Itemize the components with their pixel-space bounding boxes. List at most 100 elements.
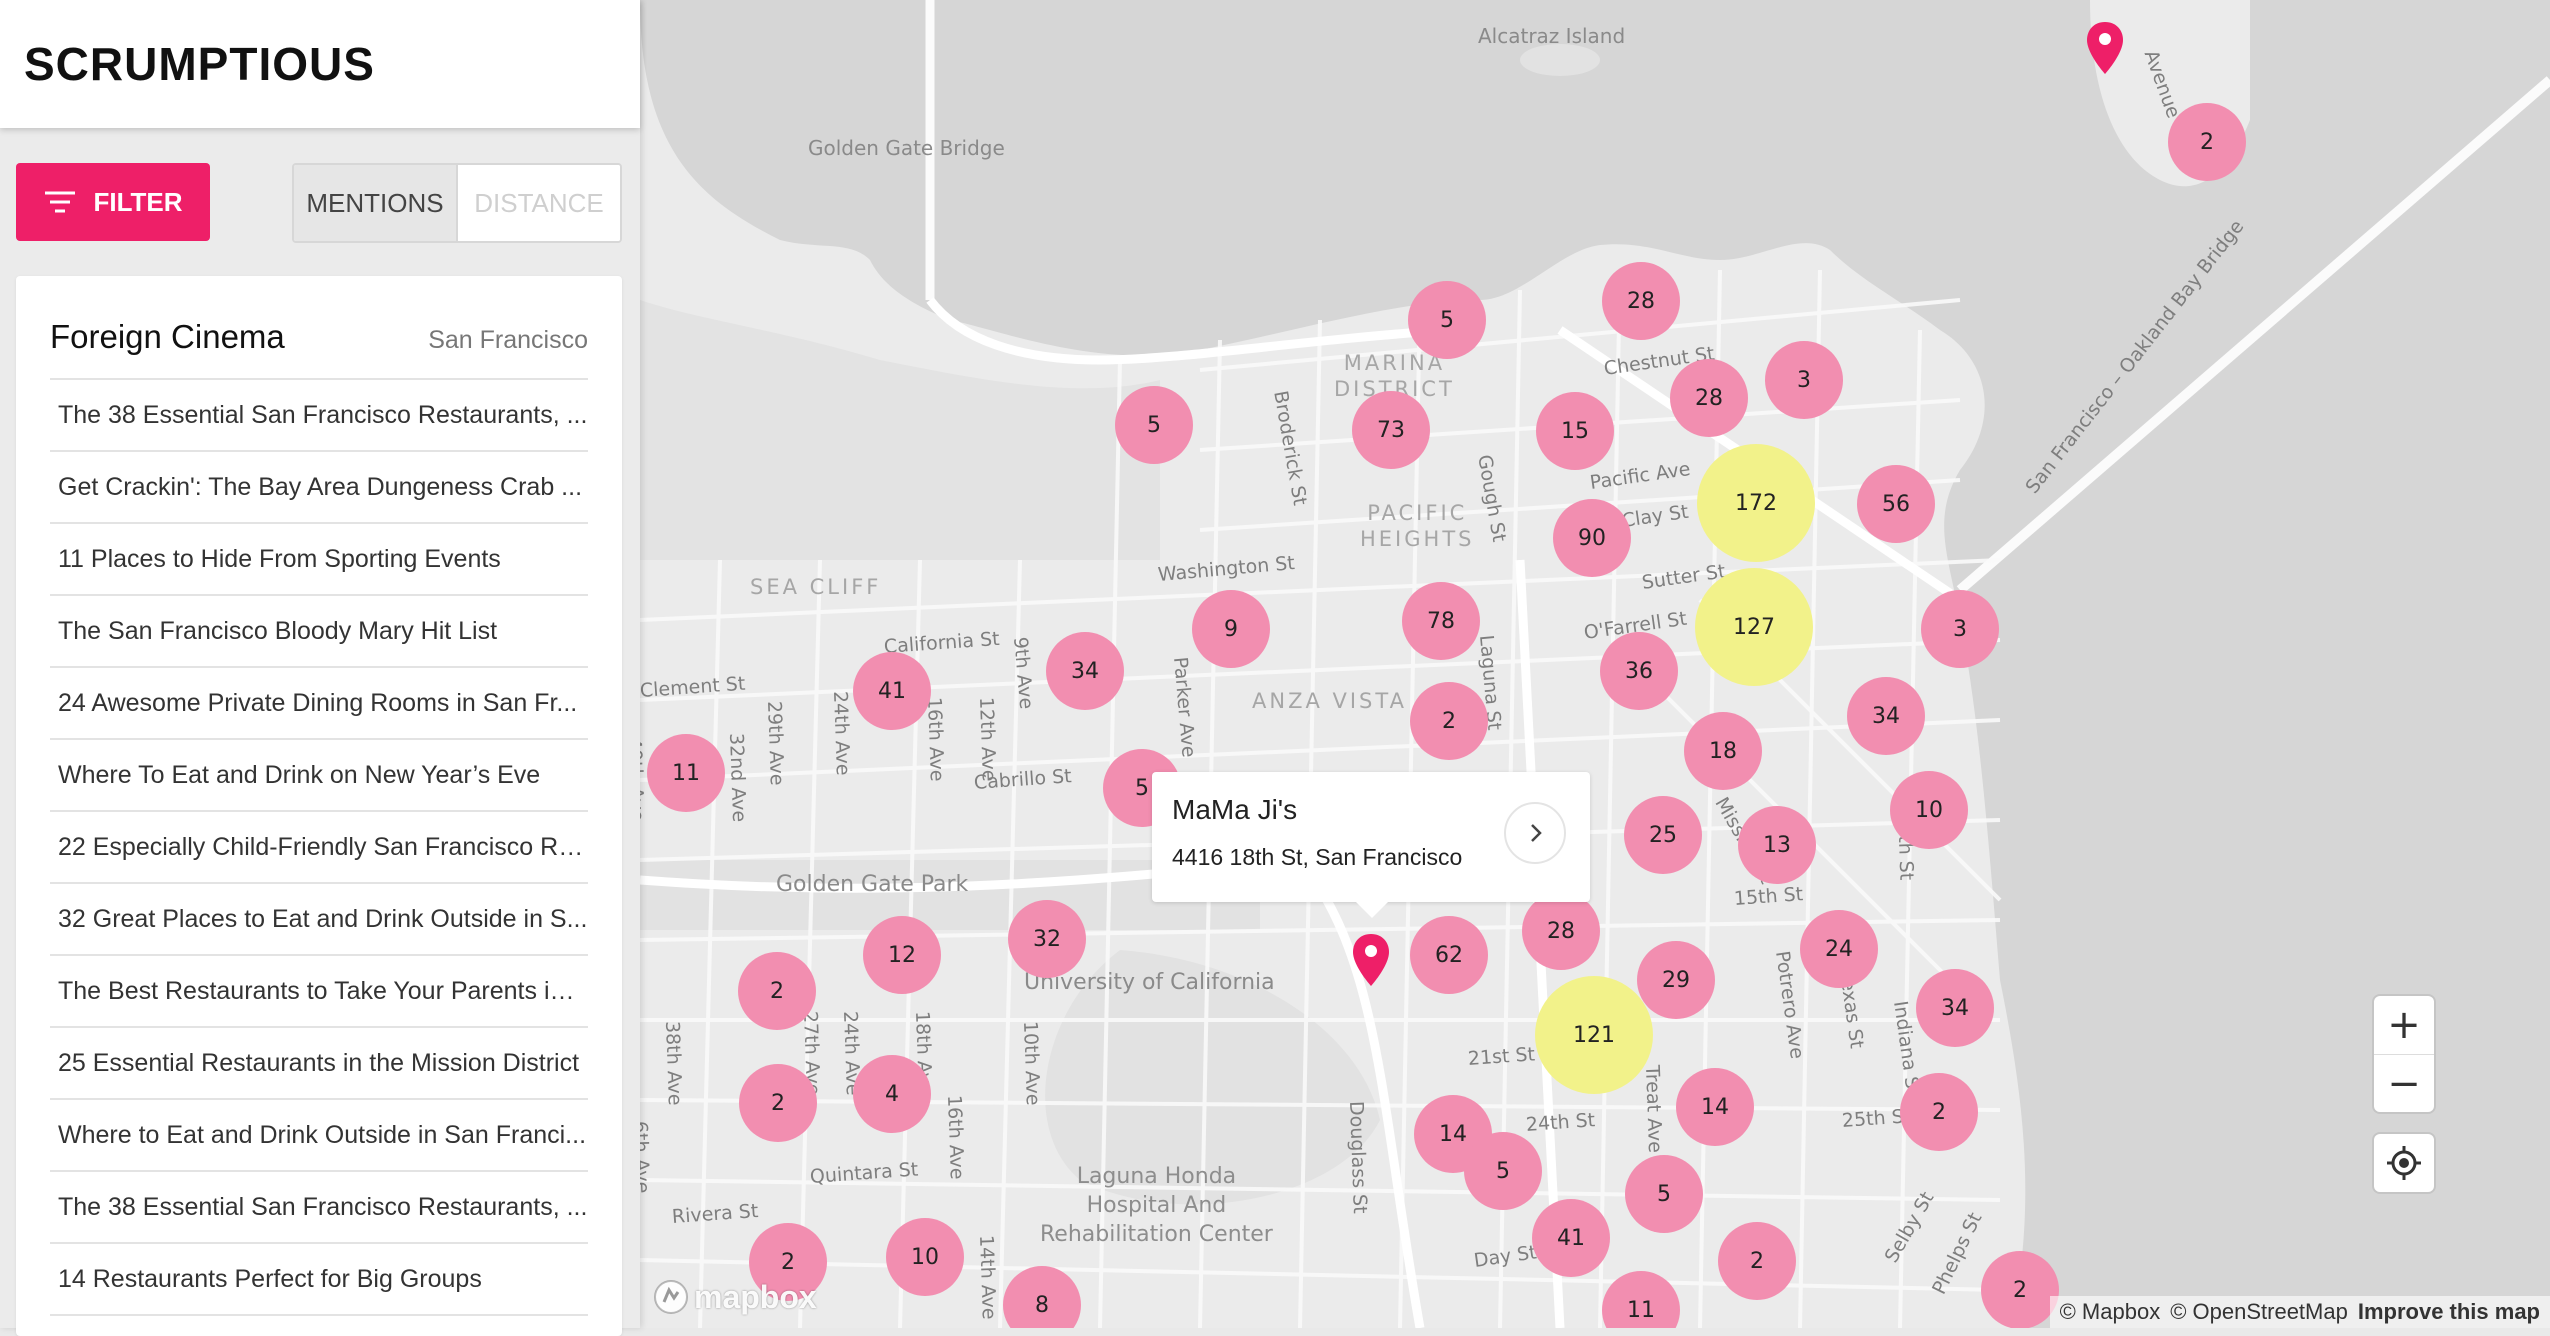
map-cluster[interactable]: 2 — [1981, 1251, 2059, 1328]
map-cluster[interactable]: 90 — [1553, 499, 1631, 577]
app-logo[interactable]: SCRUMPTIOUS — [24, 37, 375, 91]
map-cluster[interactable]: 10 — [1890, 771, 1968, 849]
map-cluster[interactable]: 4 — [853, 1055, 931, 1133]
map-cluster[interactable]: 5 — [1115, 386, 1193, 464]
popup-details-button[interactable] — [1504, 802, 1566, 864]
map-cluster[interactable]: 73 — [1352, 391, 1430, 469]
list-item[interactable]: 32 Great Places to Eat and Drink Outside… — [50, 884, 588, 956]
street-label: Douglass St — [1345, 1100, 1371, 1214]
map-cluster[interactable]: 14 — [1676, 1068, 1754, 1146]
sort-toggle: MENTIONS DISTANCE — [292, 163, 622, 243]
map-cluster[interactable]: 2 — [1900, 1073, 1978, 1151]
cluster-count: 2 — [770, 978, 784, 1004]
map-cluster[interactable]: 34 — [1046, 632, 1124, 710]
cluster-count: 28 — [1695, 385, 1723, 411]
filter-button[interactable]: FILTER — [16, 163, 210, 241]
map-cluster[interactable]: 18 — [1684, 712, 1762, 790]
list-item[interactable]: 25 Essential Restaurants in the Mission … — [50, 1028, 588, 1100]
list-item[interactable]: Where to Eat and Drink Outside in San Fr… — [50, 1100, 588, 1172]
map-cluster[interactable]: 2 — [2168, 103, 2246, 181]
map-cluster[interactable]: 25 — [1624, 796, 1702, 874]
map-cluster[interactable]: 41 — [1532, 1199, 1610, 1277]
map-cluster[interactable]: 32 — [1008, 900, 1086, 978]
street-label: 16th Ave — [943, 1094, 968, 1180]
cluster-count: 3 — [1953, 616, 1967, 642]
map-cluster[interactable]: 78 — [1402, 582, 1480, 660]
map-cluster[interactable]: 5 — [1464, 1132, 1542, 1210]
list-item[interactable]: 22 Especially Child-Friendly San Francis… — [50, 812, 588, 884]
map-cluster[interactable]: 3 — [1765, 341, 1843, 419]
map-cluster[interactable]: 172 — [1697, 444, 1815, 562]
street-label: 21st St — [1467, 1043, 1536, 1070]
map-cluster[interactable]: 34 — [1847, 677, 1925, 755]
map-cluster[interactable]: 28 — [1602, 262, 1680, 340]
map-cluster[interactable]: 121 — [1535, 976, 1653, 1094]
map-cluster[interactable]: 13 — [1738, 806, 1816, 884]
map-cluster[interactable]: 11 — [647, 734, 725, 812]
cluster-count: 3 — [1797, 367, 1811, 393]
mention-title: The Best Restaurants to Take Your Parent… — [58, 976, 588, 1005]
map-cluster[interactable]: 29 — [1637, 941, 1715, 1019]
map-cluster[interactable]: 24 — [1800, 910, 1878, 988]
cluster-count: 28 — [1627, 288, 1655, 314]
location-pin-icon[interactable] — [1350, 932, 1392, 990]
cluster-count: 73 — [1377, 417, 1405, 443]
map-cluster[interactable]: 15 — [1536, 392, 1614, 470]
list-item[interactable]: 14 Restaurants Perfect for Big Groups — [50, 1244, 588, 1316]
zoom-out-button[interactable]: − — [2374, 1054, 2434, 1112]
mention-title: Where To Eat and Drink on New Year’s Eve — [58, 760, 541, 789]
street-label: 32nd Ave — [725, 732, 751, 823]
filter-icon — [45, 191, 76, 213]
list-item[interactable]: 24 Awesome Private Dining Rooms in San F… — [50, 668, 588, 740]
map-cluster[interactable]: 28 — [1670, 359, 1748, 437]
map-cluster[interactable]: 5 — [1625, 1155, 1703, 1233]
geolocate-button[interactable] — [2374, 1134, 2434, 1192]
zoom-in-button[interactable]: + — [2374, 996, 2434, 1054]
cluster-count: 13 — [1763, 832, 1791, 858]
map-cluster[interactable]: 2 — [1410, 682, 1488, 760]
list-item[interactable]: Where To Eat and Drink on New Year’s Eve — [50, 740, 588, 812]
attribution-mapbox-link[interactable]: © Mapbox — [2060, 1299, 2161, 1325]
improve-map-link[interactable]: Improve this map — [2358, 1299, 2540, 1325]
cluster-count: 121 — [1573, 1022, 1615, 1048]
list-item[interactable]: The Best Restaurants to Take Your Parent… — [50, 956, 588, 1028]
map-cluster[interactable]: 3 — [1921, 590, 1999, 668]
map-cluster[interactable]: 34 — [1916, 969, 1994, 1047]
list-controls: FILTER MENTIONS DISTANCE — [16, 163, 622, 243]
cluster-count: 2 — [771, 1090, 785, 1116]
cluster-count: 11 — [1627, 1297, 1655, 1323]
map-cluster[interactable]: 10 — [886, 1218, 964, 1296]
restaurant-popup[interactable]: MaMa Ji's 4416 18th St, San Francisco — [1152, 772, 1590, 918]
mapbox-logo[interactable]: mapbox — [652, 1278, 817, 1316]
map-cluster[interactable]: 36 — [1600, 632, 1678, 710]
attribution-osm-link[interactable]: © OpenStreetMap — [2170, 1299, 2348, 1325]
list-item[interactable]: The 38 Essential San Francisco Restauran… — [50, 1172, 588, 1244]
list-item[interactable]: 11 Places to Hide From Sporting Events — [50, 524, 588, 596]
sort-distance-button[interactable]: DISTANCE — [458, 165, 620, 241]
cluster-count: 36 — [1625, 658, 1653, 684]
district-label-pacific-heights: PACIFIC HEIGHTS — [1360, 501, 1475, 551]
cluster-count: 127 — [1733, 614, 1775, 640]
list-item[interactable]: The 38 Essential San Francisco Restauran… — [50, 380, 588, 452]
location-pin-icon[interactable] — [2084, 20, 2126, 78]
mapbox-logo-icon — [654, 1280, 688, 1314]
cluster-count: 2 — [1442, 708, 1456, 734]
cluster-count: 2 — [1932, 1099, 1946, 1125]
map-cluster[interactable]: 41 — [853, 652, 931, 730]
map-cluster[interactable]: 62 — [1410, 916, 1488, 994]
map-cluster[interactable]: 5 — [1408, 281, 1486, 359]
map-cluster[interactable]: 28 — [1522, 892, 1600, 970]
sort-mentions-button[interactable]: MENTIONS — [294, 165, 458, 241]
restaurant-name[interactable]: Foreign Cinema — [50, 318, 285, 356]
map-cluster[interactable]: 9 — [1192, 590, 1270, 668]
map-cluster[interactable]: 2 — [738, 952, 816, 1030]
map-cluster[interactable]: 56 — [1857, 465, 1935, 543]
cluster-count: 18 — [1709, 738, 1737, 764]
map-cluster[interactable]: 127 — [1695, 568, 1813, 686]
list-item[interactable]: Get Crackin': The Bay Area Dungeness Cra… — [50, 452, 588, 524]
list-item[interactable]: The San Francisco Bloody Mary Hit List — [50, 596, 588, 668]
cluster-count: 34 — [1941, 995, 1969, 1021]
map-cluster[interactable]: 2 — [1718, 1222, 1796, 1300]
map-cluster[interactable]: 2 — [739, 1064, 817, 1142]
map-cluster[interactable]: 12 — [863, 916, 941, 994]
